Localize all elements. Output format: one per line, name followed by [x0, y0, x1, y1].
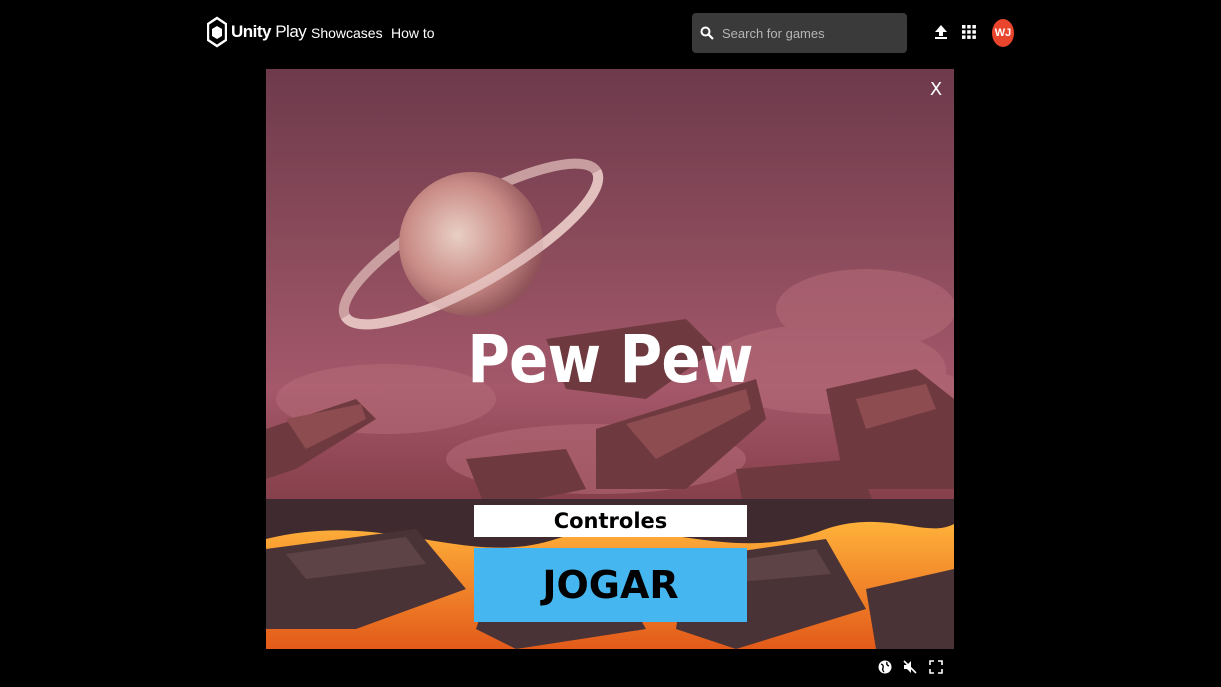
close-button[interactable]: X — [926, 79, 946, 100]
fullscreen-icon[interactable] — [928, 659, 944, 675]
search-box[interactable] — [692, 13, 907, 53]
play-button[interactable]: JOGAR — [474, 548, 747, 622]
user-avatar[interactable]: WJ — [992, 19, 1014, 47]
game-canvas[interactable]: X Pew Pew Controles JOGAR — [266, 69, 954, 649]
controls-button[interactable]: Controles — [474, 505, 747, 537]
mute-icon[interactable] — [902, 659, 918, 675]
top-nav: Unity Play Showcases How to WJ — [0, 0, 1221, 66]
game-title: Pew Pew — [467, 321, 753, 398]
apps-grid-icon[interactable] — [961, 24, 977, 40]
unity-play-logo[interactable]: Unity Play — [207, 16, 307, 48]
search-input[interactable] — [720, 24, 904, 42]
upload-icon[interactable] — [933, 24, 949, 40]
search-icon — [700, 26, 714, 40]
nav-link-showcases[interactable]: Showcases — [311, 25, 383, 41]
globe-icon[interactable] — [877, 659, 893, 675]
logo-text: Unity Play — [231, 22, 307, 41]
unity-logo-icon — [207, 16, 227, 48]
nav-link-how-to[interactable]: How to — [391, 25, 435, 41]
